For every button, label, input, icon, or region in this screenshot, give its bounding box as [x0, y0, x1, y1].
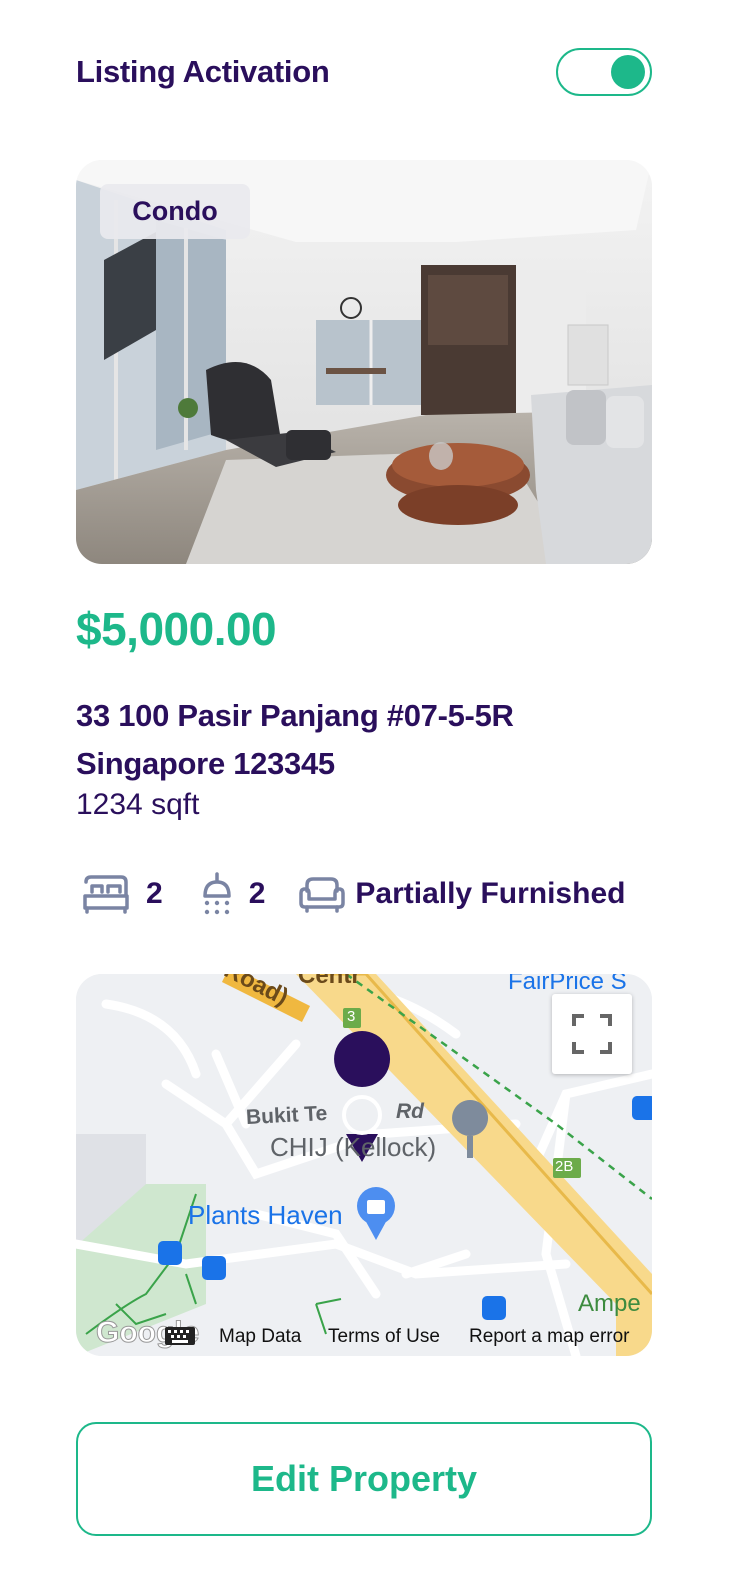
page-title: Listing Activation: [76, 54, 330, 89]
report-map-error-link[interactable]: Report a map error: [469, 1326, 630, 1348]
bathrooms-feature: 2: [199, 872, 266, 916]
keyboard-icon[interactable]: [164, 1326, 196, 1346]
bedrooms-feature: 2: [76, 874, 163, 914]
fullscreen-icon: [572, 1014, 612, 1054]
listing-address: 33 100 Pasir Panjang #07-5-5R Singapore …: [76, 692, 656, 788]
property-photo[interactable]: Condo: [76, 160, 652, 564]
address-line-2: Singapore 123345: [76, 746, 335, 781]
road-badge-2b: 2B: [555, 1158, 574, 1175]
listing-features: 2 2 Partially Furnished: [76, 866, 625, 922]
terms-of-use-link[interactable]: Terms of Use: [328, 1326, 440, 1348]
furnishing-label: Partially Furnished: [355, 877, 626, 910]
map-label-centre: Centr: [298, 974, 361, 989]
listing-activation-header: Listing Activation: [76, 48, 652, 98]
map-label-school: CHIJ (Kellock): [270, 1132, 437, 1162]
toggle-knob: [611, 55, 645, 89]
property-type-badge: Condo: [100, 184, 250, 239]
bedrooms-count: 2: [146, 877, 163, 910]
furnishing-feature: Partially Furnished: [299, 875, 625, 913]
map-label-street: Bukit Te: [245, 1101, 328, 1130]
school-pin-icon: [452, 1100, 489, 1136]
listing-activation-toggle[interactable]: [556, 48, 652, 96]
address-line-1: 33 100 Pasir Panjang #07-5-5R: [76, 698, 514, 733]
road-badge-3: 3: [347, 1008, 356, 1025]
map-fullscreen-button[interactable]: [552, 994, 632, 1074]
map-label-street-end: Rd: [396, 1100, 424, 1123]
map-label-shop: Plants Haven: [188, 1200, 343, 1230]
edit-property-button[interactable]: Edit Property: [76, 1422, 652, 1536]
bed-icon: [83, 875, 129, 914]
map-label-area: Ampe: [578, 1290, 641, 1317]
map-attribution: Google Map Data Terms of Use Report a ma…: [76, 1316, 652, 1356]
listing-area: 1234 sqft: [76, 788, 200, 821]
sofa-icon: [299, 877, 346, 913]
map-data-link[interactable]: Map Data: [219, 1326, 301, 1348]
location-map[interactable]: Road) Centr FairPrice S Bukit Te Rd CHIJ…: [76, 974, 652, 1356]
listing-price: $5,000.00: [76, 603, 277, 655]
map-label-fairprice: FairPrice S: [508, 974, 627, 995]
bathrooms-count: 2: [248, 877, 266, 910]
shower-icon: [202, 872, 231, 915]
